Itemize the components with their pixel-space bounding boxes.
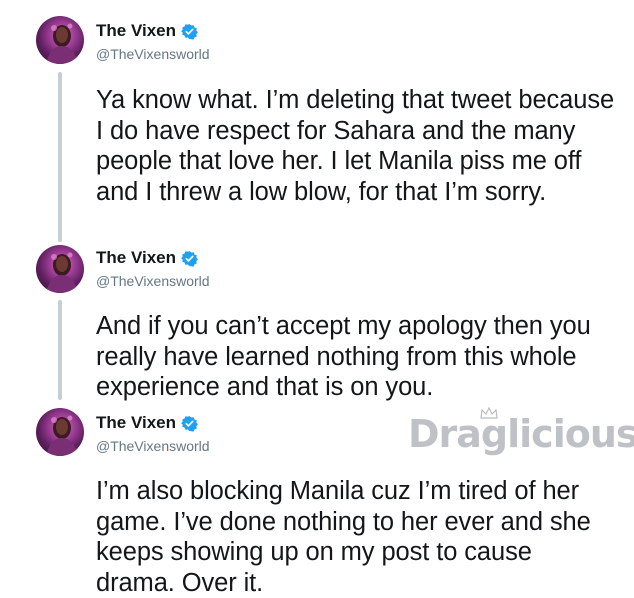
verified-badge-icon <box>181 23 198 40</box>
display-name[interactable]: The Vixen <box>96 21 176 41</box>
tweet-text: And if you can’t accept my apology then … <box>96 312 591 401</box>
verified-badge-icon <box>181 415 198 432</box>
watermark-logo: Draglicious <box>408 412 634 456</box>
thread-line <box>58 300 62 400</box>
author-line: The Vixen <box>96 246 198 270</box>
handle[interactable]: @TheVixensworld <box>96 273 210 289</box>
profile-photo-icon <box>46 252 78 293</box>
avatar[interactable] <box>36 408 84 456</box>
verified-badge-icon <box>181 250 198 267</box>
display-name[interactable]: The Vixen <box>96 413 176 433</box>
tweet-text: Ya know what. I’m deleting that tweet be… <box>96 86 615 206</box>
avatar[interactable] <box>36 245 84 293</box>
thread-line <box>58 72 62 242</box>
author-line: The Vixen <box>96 19 198 43</box>
author-line: The Vixen <box>96 411 198 435</box>
profile-photo-icon <box>46 23 78 64</box>
handle[interactable]: @TheVixensworld <box>96 438 210 454</box>
display-name[interactable]: The Vixen <box>96 248 176 268</box>
avatar[interactable] <box>36 16 84 64</box>
profile-photo-icon <box>46 415 78 456</box>
handle[interactable]: @TheVixensworld <box>96 46 210 62</box>
